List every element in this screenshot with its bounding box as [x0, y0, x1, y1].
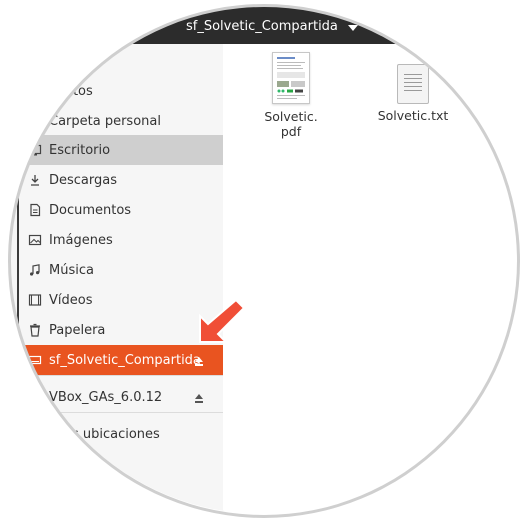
sidebar-item-label: Descargas	[49, 172, 118, 188]
documents-icon	[28, 203, 42, 217]
star-icon	[28, 84, 42, 98]
plus-icon	[28, 427, 42, 441]
sidebar-item-music[interactable]: Música	[10, 255, 223, 285]
trash-icon	[28, 323, 42, 337]
sidebar-item-label: Música	[49, 262, 94, 278]
download-icon	[28, 173, 42, 187]
desktop-icon	[28, 143, 42, 157]
sidebar-separator	[10, 412, 223, 413]
sidebar-item-label: Documentos	[49, 202, 132, 218]
arrow-pointer-icon	[199, 298, 246, 343]
sidebar-item-label: Imágenes	[49, 232, 113, 248]
pdf-thumbnail-icon	[272, 52, 310, 104]
eject-icon[interactable]	[195, 357, 203, 366]
sidebar-item-label: ritos	[64, 83, 93, 99]
eject-icon[interactable]	[195, 394, 203, 403]
sidebar-item-vbox-disc[interactable]: VBox_GAs_6.0.12	[10, 382, 223, 412]
sidebar-item-label: Carpeta personal	[49, 113, 161, 129]
file-view: Solvetic. pdf Solvetic.txt	[223, 44, 516, 514]
pictures-icon	[28, 233, 42, 247]
sidebar-item-desktop[interactable]: Escritorio	[10, 135, 223, 165]
videos-icon	[28, 293, 42, 307]
sidebar-item-label: Papelera	[49, 322, 106, 338]
dropdown-arrow-icon[interactable]	[347, 24, 358, 31]
file-item-txt[interactable]: Solvetic.txt	[371, 64, 455, 123]
file-name-line1: Solvetic.	[264, 109, 318, 124]
current-folder-label: sf_Solvetic_Compartida	[186, 19, 338, 34]
sidebar: ritos Carpeta personal Escritorio Descar…	[10, 44, 224, 514]
sidebar-item-label: Vídeos	[49, 292, 93, 308]
path-bar-button[interactable]: sf_Solvetic_Compartida	[186, 19, 358, 34]
file-name: Solvetic.txt	[377, 108, 449, 123]
sidebar-item-favorites[interactable]: ritos	[10, 76, 223, 106]
sidebar-item-label: as ubicaciones	[64, 426, 160, 442]
sidebar-item-downloads[interactable]: Descargas	[10, 165, 223, 195]
text-file-icon	[397, 64, 429, 104]
home-icon	[28, 114, 42, 128]
screenshot-frame: sf_Solvetic_Compartida ritos Carpeta per…	[0, 0, 520, 520]
file-item-pdf[interactable]: Solvetic. pdf	[255, 52, 327, 139]
sidebar-item-pictures[interactable]: Imágenes	[10, 225, 223, 255]
circular-crop: sf_Solvetic_Compartida ritos Carpeta per…	[10, 6, 516, 514]
sidebar-item-videos[interactable]: Vídeos	[10, 285, 223, 315]
drive-icon	[28, 353, 42, 367]
sidebar-item-label: VBox_GAs_6.0.12	[49, 389, 163, 405]
sidebar-item-home[interactable]: Carpeta personal	[10, 106, 223, 136]
music-icon	[28, 263, 42, 277]
sidebar-item-shared-folder[interactable]: sf_Solvetic_Compartida	[10, 345, 223, 375]
title-bar: sf_Solvetic_Compartida	[10, 6, 516, 44]
sidebar-item-other-locations[interactable]: as ubicaciones	[10, 419, 223, 449]
file-name-line2: pdf	[280, 124, 302, 139]
sidebar-item-label: Escritorio	[49, 142, 111, 158]
sidebar-item-label: sf_Solvetic_Compartida	[49, 352, 201, 368]
sidebar-item-trash[interactable]: Papelera	[10, 315, 223, 345]
sidebar-item-documents[interactable]: Documentos	[10, 195, 223, 225]
sidebar-separator	[10, 375, 223, 376]
